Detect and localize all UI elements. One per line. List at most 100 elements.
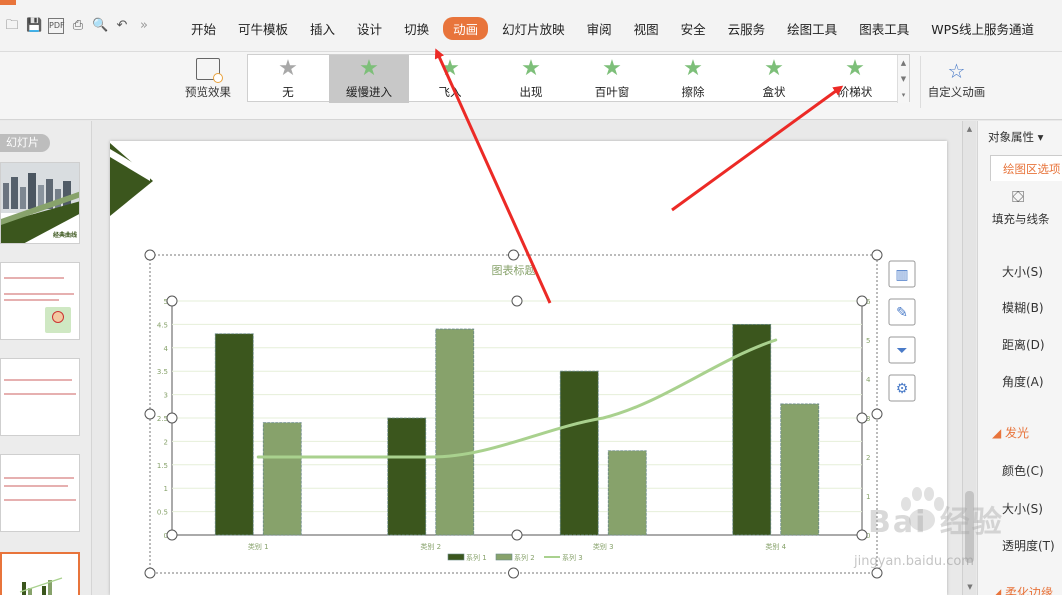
y-tick-label: 1: [164, 485, 168, 493]
undo-icon[interactable]: ↶: [114, 18, 130, 34]
menu-tab-11[interactable]: 绘图工具: [779, 17, 845, 40]
chart-resize-handle[interactable]: [508, 567, 519, 579]
menu-tab-0[interactable]: 开始: [183, 17, 224, 40]
preview-effect-icon: [196, 58, 223, 83]
y-tick-label: 0.5: [157, 509, 168, 517]
bar-系列1-2[interactable]: [559, 370, 599, 536]
more-chevron-icon[interactable]: »: [136, 18, 152, 34]
bar-系列1-0[interactable]: [214, 333, 254, 536]
bar-系列2-0[interactable]: [262, 422, 302, 536]
y-tick-label: 2.5: [157, 415, 168, 423]
plot-resize-handle[interactable]: [511, 295, 523, 307]
chart-resize-handle[interactable]: [144, 567, 156, 579]
menu-tab-13[interactable]: WPS线上服务通道: [923, 17, 1042, 40]
thumb-text-line: [4, 277, 64, 279]
slide-thumbnail-4[interactable]: [0, 454, 80, 532]
chart-resize-handle[interactable]: [871, 249, 883, 261]
slide-vertical-scrollbar[interactable]: ▲ ▼: [962, 121, 976, 595]
plot-resize-handle[interactable]: [166, 295, 178, 307]
animation-option-1[interactable]: ★ 缓慢进入: [329, 55, 409, 103]
gallery-scroll[interactable]: ▲ ▼ ▾: [897, 55, 909, 103]
save-icon[interactable]: 💾: [26, 18, 42, 34]
y2-tick-label: 5: [866, 337, 870, 345]
slide-thumbnail-5-current[interactable]: [0, 552, 80, 595]
animation-option-6[interactable]: ★ 盒状: [734, 55, 814, 103]
plot-resize-handle[interactable]: [856, 529, 868, 541]
x-tick-label: 类别 3: [593, 542, 614, 551]
slide-thumbnail-2[interactable]: [0, 262, 80, 340]
y2-tick-label: 2: [866, 454, 870, 462]
shadow-blur-field[interactable]: 模糊(B): [1002, 299, 1044, 316]
glow-color-field[interactable]: 颜色(C): [1002, 462, 1044, 479]
menu-tab-10[interactable]: 云服务: [720, 17, 774, 40]
plot-resize-handle[interactable]: [856, 295, 868, 307]
slide-thumbnail-1-caption: 经典曲线: [52, 232, 77, 239]
plot-resize-handle[interactable]: [511, 529, 523, 541]
chart-title[interactable]: 图表标题: [492, 263, 536, 277]
print-icon[interactable]: ⎙: [70, 18, 86, 34]
menu-tab-4[interactable]: 切换: [396, 17, 437, 40]
animation-option-7[interactable]: ★ 阶梯状: [815, 55, 895, 103]
bar-系列2-2[interactable]: [607, 450, 647, 536]
export-pdf-icon[interactable]: PDF: [48, 18, 65, 34]
properties-header[interactable]: 对象属性 ▾: [988, 129, 1043, 145]
thumb-text-line: [4, 379, 72, 381]
menu-tab-2[interactable]: 插入: [302, 17, 343, 40]
glow-size-field[interactable]: 大小(S): [1002, 500, 1043, 517]
menu-tab-6[interactable]: 幻灯片放映: [494, 17, 573, 40]
menu-tab-8[interactable]: 视图: [626, 17, 667, 40]
open-folder-icon[interactable]: 🗀: [4, 18, 20, 34]
scroll-down-icon[interactable]: ▼: [963, 583, 977, 591]
animation-option-5[interactable]: ★ 擦除: [653, 55, 733, 103]
chart-svg: 00.511.522.533.544.550123456图表标题类别 1 类别 2…: [110, 143, 916, 579]
bar-系列2-1[interactable]: [435, 328, 475, 536]
plot-resize-handle[interactable]: [856, 412, 868, 424]
glow-section[interactable]: ◢ 发光: [992, 424, 1029, 441]
chart-resize-handle[interactable]: [144, 408, 156, 420]
thumb-text-line: [4, 499, 76, 501]
shadow-distance-field[interactable]: 距离(D): [1002, 336, 1045, 353]
print-preview-icon[interactable]: 🔍: [92, 18, 108, 34]
preview-effect-button[interactable]: 预览效果: [178, 58, 238, 108]
legend-label-2: 系列 3: [562, 553, 583, 562]
chart-resize-handle[interactable]: [508, 249, 519, 261]
shadow-size-field[interactable]: 大小(S): [1002, 263, 1043, 280]
menu-tab-1[interactable]: 可牛模板: [230, 17, 296, 40]
menu-tab-3[interactable]: 设计: [349, 17, 390, 40]
slide-canvas[interactable]: 0 0.5 1 1.5 2 2.5 3 3.5 4 4.5 5 0 1 2 3 4 5 6 图表标题 类别 1 类别 2…: [110, 141, 947, 595]
soft-edges-section[interactable]: ◢ 柔化边缘: [992, 584, 1053, 595]
plot-area-options-tab[interactable]: 绘图区选项: [990, 155, 1062, 181]
glow-transparency-field[interactable]: 透明度(T): [1002, 537, 1055, 554]
green-star-icon: ★: [359, 56, 379, 81]
animation-option-2[interactable]: ★ 飞入: [410, 55, 490, 103]
chart-resize-handle[interactable]: [871, 567, 883, 579]
menu-tab-9[interactable]: 安全: [673, 17, 714, 40]
menu-tab-12[interactable]: 图表工具: [851, 17, 917, 40]
scroll-up-icon[interactable]: ▲: [963, 121, 976, 133]
chart-resize-handle[interactable]: [144, 249, 156, 261]
fill-and-line-label: 填充与线条: [992, 212, 1050, 226]
green-star-icon: ★: [764, 56, 784, 81]
gray-star-icon: ★: [278, 56, 298, 81]
chart-resize-handle[interactable]: [871, 408, 883, 420]
green-star-icon: ★: [602, 56, 622, 81]
slide-thumbnail-1[interactable]: 经典曲线: [0, 162, 80, 244]
shadow-angle-field[interactable]: 角度(A): [1002, 373, 1044, 390]
fill-and-line-button[interactable]: ⛋ 填充与线条: [992, 187, 1062, 227]
animation-option-0[interactable]: ★ 无: [248, 55, 328, 103]
slide-thumbnail-3[interactable]: [0, 358, 80, 436]
animation-option-4[interactable]: ★ 百叶窗: [572, 55, 652, 103]
plot-resize-handle[interactable]: [166, 412, 178, 424]
green-star-icon: ★: [683, 56, 703, 81]
slides-tab[interactable]: 幻灯片: [0, 134, 50, 152]
plot-resize-handle[interactable]: [166, 529, 178, 541]
menu-tab-5[interactable]: 动画: [443, 17, 489, 40]
thumb-text-line: [4, 393, 76, 395]
bar-系列2-3[interactable]: [780, 403, 820, 536]
chart-settings-gear-icon: ⚙: [896, 381, 909, 397]
animation-option-3[interactable]: ★ 出现: [491, 55, 571, 103]
custom-animation-button[interactable]: ☆ 自定义动画: [920, 56, 992, 108]
bar-系列1-1[interactable]: [387, 417, 427, 536]
menu-tab-7[interactable]: 审阅: [579, 17, 620, 40]
scrollbar-thumb[interactable]: [965, 491, 974, 563]
